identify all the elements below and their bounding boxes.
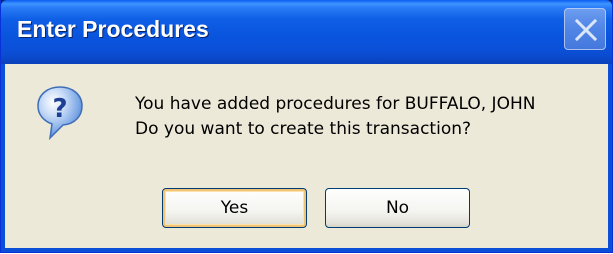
dialog-body: ? You have added procedures for BUFFALO,… xyxy=(5,64,608,248)
dialog-title: Enter Procedures xyxy=(17,16,209,42)
close-button[interactable] xyxy=(564,8,606,50)
window-frame-bottom xyxy=(1,248,612,252)
message-line-2: Do you want to create this transaction? xyxy=(135,119,472,139)
yes-button[interactable]: Yes xyxy=(162,188,307,228)
title-bar[interactable]: Enter Procedures xyxy=(1,0,612,64)
dialog-window: Enter Procedures ? You have added proced… xyxy=(0,0,613,253)
no-button[interactable]: No xyxy=(325,188,470,228)
close-icon xyxy=(574,18,598,42)
dialog-message: You have added procedures for BUFFALO, J… xyxy=(135,92,535,142)
window-frame-right xyxy=(608,64,612,252)
svg-text:?: ? xyxy=(52,94,67,124)
question-icon: ? xyxy=(35,84,85,142)
message-line-1: You have added procedures for BUFFALO, J… xyxy=(135,94,536,114)
